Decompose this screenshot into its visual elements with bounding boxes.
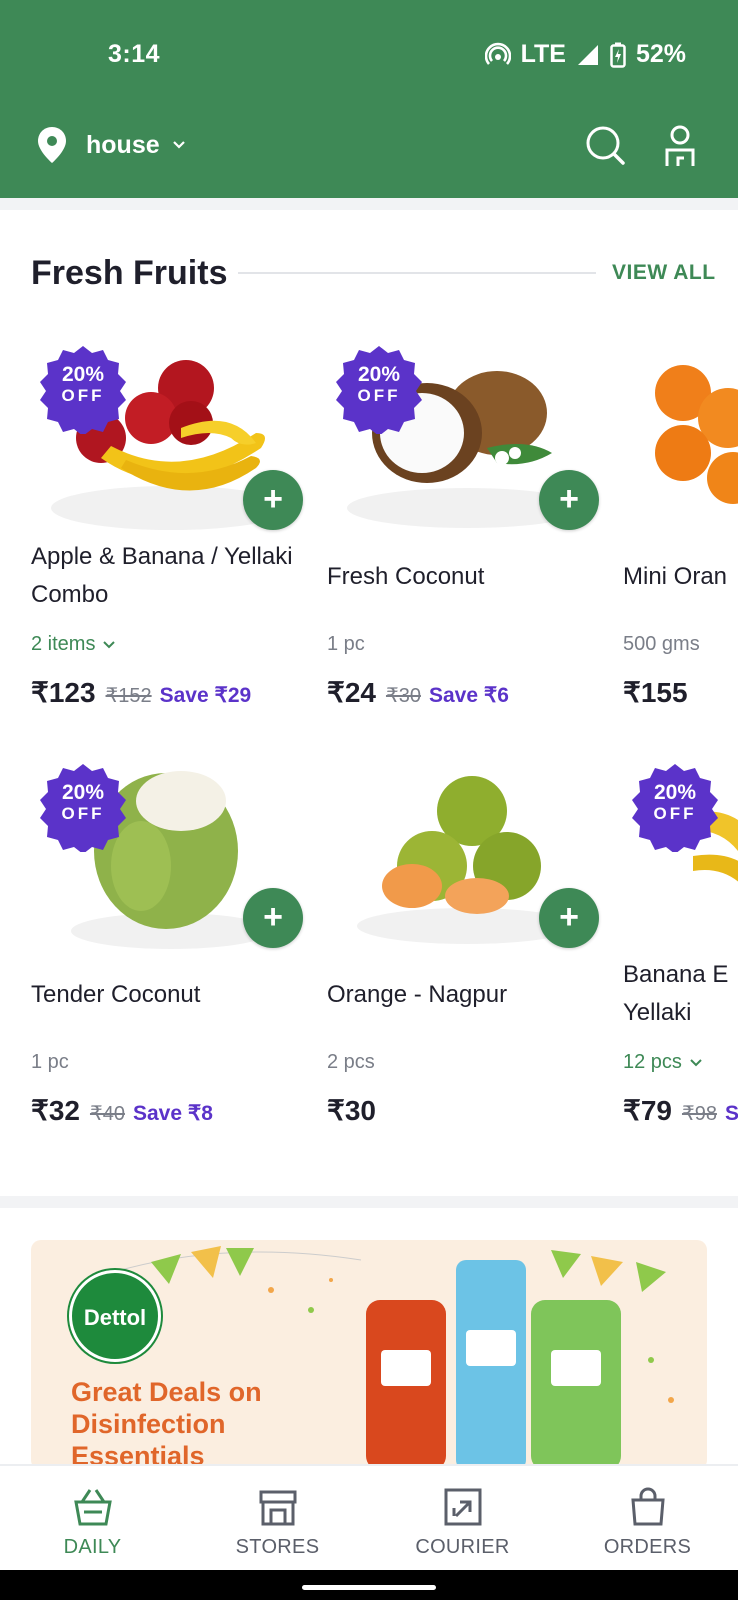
quantity-label: 500 gms — [623, 633, 700, 655]
add-to-cart-button[interactable]: + — [243, 888, 303, 948]
product-card-tender-coconut[interactable]: 20% OFF + Tender Coconut 1 pc ₹32 ₹40 Save … — [31, 756, 311, 1156]
status-time: 3:14 — [108, 40, 161, 68]
add-to-cart-button[interactable]: + — [539, 888, 599, 948]
savings: Sa — [724, 1102, 738, 1125]
section-divider — [0, 198, 738, 210]
chevron-down-icon — [172, 141, 185, 149]
battery-level: 52% — [635, 40, 686, 68]
app-screen: 3:14 LTE 52% house Fresh Fruits VIEW ALL — [0, 0, 738, 1600]
discount-badge-text: 20% OFF — [357, 363, 401, 405]
savings: Save ₹29 — [159, 684, 252, 707]
savings: Save ₹8 — [132, 1102, 213, 1125]
price-row: ₹155 — [623, 676, 688, 709]
basket-icon — [74, 1489, 112, 1526]
discount-badge-text: 20% OFF — [61, 781, 105, 823]
discount-badge-text: 20% OFF — [61, 363, 105, 405]
status-icons: LTE 52% — [484, 40, 686, 69]
quantity-label: 1 pc — [327, 633, 365, 655]
nav-orders[interactable]: ORDERS — [555, 1466, 738, 1572]
price: ₹30 — [327, 1095, 376, 1126]
profile-icon[interactable] — [664, 124, 696, 168]
nav-daily[interactable]: DAILY — [0, 1466, 185, 1572]
network-type: LTE — [520, 40, 566, 68]
chevron-down-icon — [690, 1058, 702, 1066]
nav-label: DAILY — [63, 1536, 122, 1558]
dettol-logo: Dettol — [69, 1270, 161, 1362]
quantity-selector[interactable]: 2 items — [31, 633, 116, 656]
price-row: ₹30 — [327, 1094, 376, 1127]
product-card-orange-nagpur[interactable]: + Orange - Nagpur 2 pcs ₹30 — [327, 756, 607, 1156]
add-to-cart-button[interactable]: + — [243, 470, 303, 530]
discount-badge-text: 20% OFF — [653, 781, 697, 823]
quantity-label: 1 pc — [31, 1051, 69, 1073]
location-pin-icon — [38, 127, 66, 163]
mrp: ₹40 — [89, 1103, 125, 1125]
product-name: Orange - Nagpur — [327, 981, 508, 1008]
product-card-banana-yellaki[interactable]: 20%OFF Banana E Yellaki 12 pcs ₹79 ₹98 Sa — [623, 756, 738, 1156]
courier-icon — [444, 1488, 482, 1526]
section-title: Fresh Fruits — [31, 254, 228, 292]
mrp: ₹152 — [105, 685, 152, 707]
nav-label: STORES — [235, 1536, 320, 1558]
quantity-label: 12 pcs — [623, 1051, 682, 1073]
hotspot-icon — [484, 42, 511, 65]
quantity-selector[interactable]: 12 pcs — [623, 1051, 702, 1074]
price-row: ₹123 ₹152 Save ₹29 — [31, 676, 251, 709]
price-row: ₹32 ₹40 Save ₹8 — [31, 1094, 213, 1127]
promo-banner-dettol[interactable]: Dettol Great Deals on Disinfection Essen… — [31, 1240, 707, 1470]
product-card-mini-orange[interactable]: Mini Oran 500 gms ₹155 — [623, 338, 738, 738]
battery-icon — [610, 42, 626, 68]
product-card-apple-banana[interactable]: 20% OFF + Apple & Banana / Yellaki Combo … — [31, 338, 311, 738]
signal-icon — [577, 44, 598, 65]
product-name: Fresh Coconut — [327, 563, 485, 590]
bag-icon — [631, 1487, 665, 1526]
savings: Save ₹6 — [428, 684, 509, 707]
search-icon[interactable] — [584, 124, 626, 166]
product-name: Mini Oran — [623, 563, 728, 590]
chevron-down-icon — [103, 640, 116, 648]
product-name: Tender Coconut — [31, 981, 201, 1008]
mrp: ₹30 — [385, 685, 421, 707]
price: ₹155 — [623, 677, 688, 708]
product-name: Banana E Yellaki — [623, 961, 729, 1026]
location-selector[interactable]: house — [36, 126, 186, 164]
product-name: Apple & Banana / Yellaki Combo — [31, 543, 293, 608]
price: ₹79 — [623, 1095, 672, 1126]
nav-stores[interactable]: STORES — [185, 1466, 370, 1572]
section-divider — [0, 1196, 738, 1208]
location-name: house — [86, 130, 160, 159]
section-title-line — [238, 272, 596, 274]
price-row: ₹24 ₹30 Save ₹6 — [327, 676, 509, 709]
quantity-label: 2 pcs — [327, 1051, 375, 1073]
product-image — [655, 365, 738, 504]
price: ₹32 — [31, 1095, 80, 1126]
bottom-navigation: DAILY STORES COURIER ORDERS — [0, 1464, 738, 1570]
add-to-cart-button[interactable]: + — [539, 470, 599, 530]
price-row: ₹79 ₹98 Sa — [623, 1094, 738, 1127]
quantity-label: 2 items — [31, 633, 96, 655]
top-header: 3:14 LTE 52% house — [0, 0, 738, 198]
store-icon — [259, 1490, 297, 1526]
nav-courier[interactable]: COURIER — [370, 1466, 555, 1572]
price: ₹24 — [327, 677, 376, 708]
home-indicator[interactable] — [302, 1585, 436, 1590]
view-all-link[interactable]: VIEW ALL — [612, 261, 716, 285]
nav-label: COURIER — [415, 1536, 510, 1558]
price: ₹123 — [31, 677, 96, 708]
nav-label: ORDERS — [603, 1536, 692, 1558]
mrp: ₹98 — [681, 1103, 717, 1125]
product-card-fresh-coconut[interactable]: 20% OFF + Fresh Coconut 1 pc ₹24 ₹30 Save ₹… — [327, 338, 607, 738]
banner-headline: Great Deals on Disinfection Essentials — [71, 1377, 262, 1470]
